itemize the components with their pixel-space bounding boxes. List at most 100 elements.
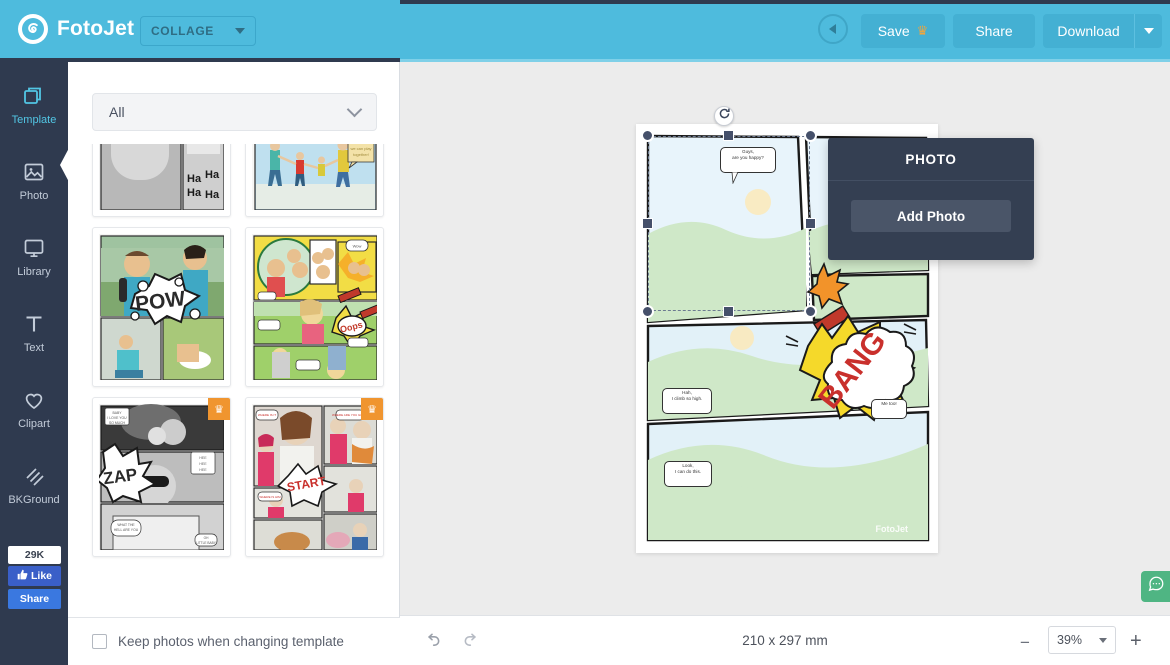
svg-text:I LOVE YOU: I LOVE YOU [107,416,127,420]
left-sidebar: Template Photo Library Text Clipart BKGr… [0,62,69,665]
crown-icon: ♛ [916,23,929,38]
image-icon [22,159,46,185]
svg-text:Wow: Wow [353,244,362,249]
template-card[interactable]: Hahaha, enjoy you can fly now. HaHa HaHa [92,144,231,217]
svg-text:Ha: Ha [187,187,202,199]
sidebar-item-template[interactable]: Template [0,70,68,138]
template-card[interactable]: Wow Oops [245,227,384,387]
chat-support-button[interactable] [1141,571,1170,602]
canvas-area[interactable]: BANG FotoJet Guys, are you happy? Hah, I c… [400,62,1170,615]
caret-down-icon [1143,28,1154,34]
zoom-in-button[interactable]: + [1130,630,1142,653]
sidebar-item-label: Clipart [18,417,50,430]
thumb-art: Wow Oops [252,234,377,380]
add-photo-button[interactable]: Add Photo [851,200,1011,232]
svg-text:WHERE IS IT: WHERE IS IT [258,413,277,417]
svg-text:HEE: HEE [199,462,207,466]
svg-text:HELL ARE YOU: HELL ARE YOU [114,528,139,532]
template-card[interactable]: POW [92,227,231,387]
save-button[interactable]: Save ♛ [861,14,945,48]
download-button[interactable]: Download [1043,14,1134,48]
rotate-handle[interactable] [714,106,734,126]
sidebar-item-bkground[interactable]: BKGround [0,450,68,518]
template-filter-value: All [109,104,125,120]
zoom-select[interactable]: 39% [1048,626,1116,654]
speech-bubble[interactable]: Hah, I climb so high. [662,388,712,414]
template-card[interactable]: ♛ BABY I LOVE YOU SO MUCH ZAP HEE HEE HE… [92,397,231,557]
sidebar-item-photo[interactable]: Photo [0,146,68,214]
facebook-like-button[interactable]: Like [8,566,61,586]
svg-text:HEE: HEE [199,456,207,460]
svg-text:we can play: we can play [350,146,371,151]
brand-logo[interactable]: FotoJet [18,14,134,44]
speech-bubble[interactable]: Me too! [871,399,907,419]
zoom-out-button[interactable]: − [1020,633,1030,653]
sidebar-item-library[interactable]: Library [0,222,68,290]
mode-select-label: COLLAGE [151,24,214,38]
sidebar-item-clipart[interactable]: Clipart [0,374,68,442]
template-thumbnail: Hahaha, enjoy you can fly now. HaHa HaHa [99,144,224,210]
fotojet-spiral-logo-icon [18,14,48,44]
template-thumbnail: BABY I LOVE YOU SO MUCH ZAP HEE HEE HEE … [99,404,224,550]
template-card[interactable]: ♛ START WHERE IS IT WHERE ARE YOU GOING … [245,397,384,557]
template-card[interactable]: we can play together! [245,144,384,217]
brand-name: FotoJet [57,17,135,40]
template-panel: All Ha Ha Ha Ha we can play together! PO… [68,62,400,665]
canvas-watermark: FotoJet [876,524,909,534]
chat-bubble-icon [1147,575,1165,598]
svg-text:BABY: BABY [112,411,122,415]
share-button[interactable]: Share [953,14,1035,48]
pro-crown-badge: ♛ [208,398,230,420]
app-root: FotoJet COLLAGE Save ♛ Share Download Te… [0,0,1170,665]
svg-text:WHAT THE: WHAT THE [117,523,135,527]
facebook-share-label: Share [19,593,50,605]
svg-text:OH: OH [204,536,209,540]
template-thumbnail: Wow Oops [252,234,377,380]
bottom-bar: 210 x 297 mm − 39% + [400,615,1170,665]
photo-popup-title: PHOTO [828,138,1034,181]
svg-text:Ha: Ha [205,189,220,201]
template-thumbnail: START WHERE IS IT WHERE ARE YOU GOING WH… [252,404,377,550]
sidebar-item-text[interactable]: Text [0,298,68,366]
like-count: 29K [8,546,61,564]
mode-select-collage[interactable]: COLLAGE [140,16,256,46]
thumb-art: POW [99,234,224,380]
download-label: Download [1057,23,1120,39]
sidebar-item-label: Library [17,265,51,278]
template-grid[interactable]: Hahaha, enjoy you can fly now. HaHa HaHa [68,144,400,665]
sidebar-item-label: Photo [19,189,49,202]
share-label: Share [975,23,1013,39]
caret-down-icon [1099,637,1107,643]
photo-popup[interactable]: PHOTO Add Photo [828,138,1034,260]
save-label: Save [877,23,910,39]
template-thumbnail: POW [99,234,224,380]
zoom-value: 39% [1057,633,1083,647]
speech-bubble[interactable]: Look, I can do this. [664,461,712,487]
template-thumbnail: we can play together! [252,144,377,210]
text-t-icon [22,311,46,337]
svg-text:SO MUCH: SO MUCH [109,421,126,425]
back-button[interactable] [818,14,848,44]
thumb-art: START WHERE IS IT WHERE ARE YOU GOING WH… [252,404,377,550]
chevron-left-icon [828,24,836,34]
svg-text:LITTLE BABY: LITTLE BABY [196,541,217,545]
thumb-art: BABY I LOVE YOU SO MUCH ZAP HEE HEE HEE … [99,404,224,550]
top-bar-left: FotoJet COLLAGE [0,0,400,62]
download-dropdown-button[interactable] [1134,14,1162,48]
svg-text:HEE: HEE [199,468,207,472]
thumb-art: Hahaha, enjoy you can fly now. HaHa HaHa [99,144,224,210]
chevron-down-icon [235,28,245,34]
speech-bubble[interactable]: Guys, are you happy? [720,147,776,184]
rotate-icon [718,107,731,125]
sidebar-item-label: Text [23,341,45,354]
keep-photos-checkbox[interactable] [92,634,107,649]
template-filter-select[interactable]: All [92,93,377,131]
chevron-down-icon [346,101,363,118]
sidebar-item-label: Template [11,113,57,126]
keep-photos-label: Keep photos when changing template [118,634,344,649]
thumb-art: we can play together! [252,144,377,210]
layers-icon [22,83,46,109]
svg-text:WHERE IS HIM: WHERE IS HIM [259,495,281,499]
facebook-share-button[interactable]: Share [8,589,61,609]
facebook-like-label: Like [30,570,52,582]
